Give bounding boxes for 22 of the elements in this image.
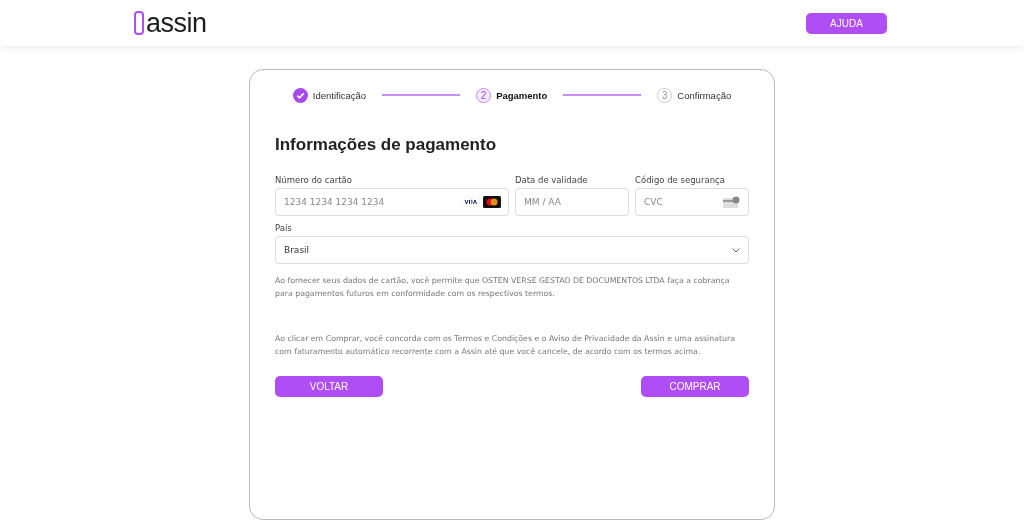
- step-label: Identificação: [312, 89, 367, 101]
- logo-icon: [134, 11, 144, 35]
- field-label: Data de validade: [515, 175, 589, 185]
- help-button[interactable]: AJUDA: [806, 12, 887, 34]
- step-label: Confirmação: [677, 89, 732, 101]
- step-number: 2: [476, 87, 492, 103]
- chevron-down-icon: [732, 247, 740, 253]
- input-field[interactable]: 1234 1234 1234 1234: [275, 188, 509, 216]
- logo-text: assin: [146, 9, 207, 37]
- back-button[interactable]: VOLTAR: [275, 376, 383, 397]
- field-label: Número do cartão: [275, 175, 353, 185]
- field-label: Código de segurança: [635, 175, 726, 185]
- page-title: Informações de pagamento: [275, 135, 498, 155]
- field-label: País: [275, 223, 293, 233]
- input-field[interactable]: CVC: [635, 188, 749, 216]
- mastercard-icon: [483, 196, 501, 208]
- buy-button[interactable]: COMPRAR: [641, 376, 749, 397]
- visa-icon: [462, 197, 480, 207]
- step-label: Pagamento: [496, 89, 548, 101]
- card-back-icon: [723, 196, 741, 208]
- input-field[interactable]: MM / AA: [515, 188, 629, 216]
- country-select[interactable]: Brasil: [275, 236, 749, 264]
